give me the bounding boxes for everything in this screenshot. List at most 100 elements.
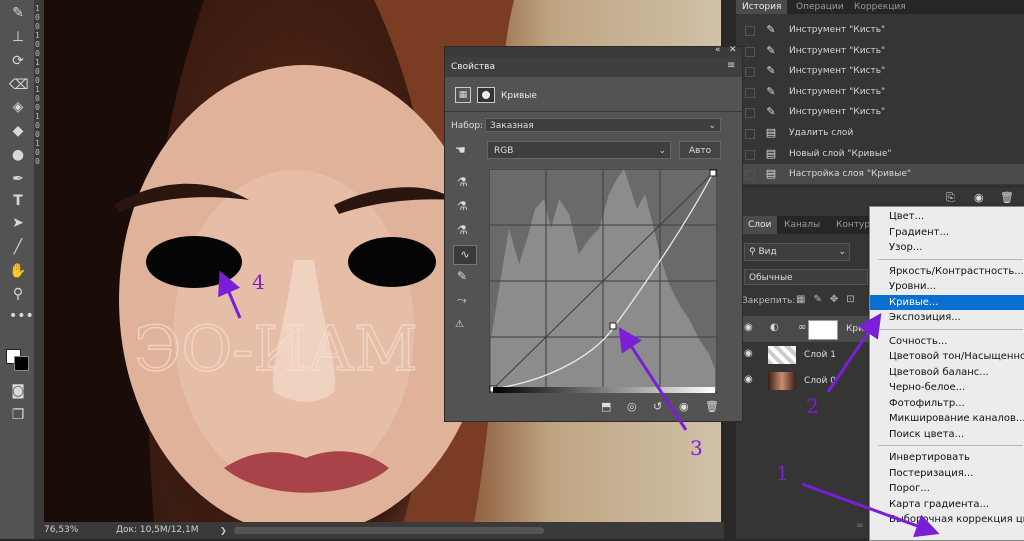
zoom-level[interactable]: 76,53% [44,525,78,535]
lock-icons[interactable]: ▦✎✥⊡ [796,294,863,305]
brush-tool-icon[interactable]: ✎ [9,4,27,22]
menu-item[interactable]: Фотофильтр... [870,396,1024,411]
menu-item[interactable]: Экспозиция... [870,310,1024,325]
history-source-checkbox[interactable] [745,149,755,160]
tab-channels[interactable]: Каналы [784,216,820,234]
history-source-checkbox[interactable] [745,129,755,139]
history-source-checkbox[interactable] [745,170,755,181]
more-tools-icon[interactable]: ••• [9,307,34,325]
blend-mode-select[interactable]: Обычные [744,269,868,285]
tab-paths[interactable]: Контур [836,216,870,234]
tab-corrections[interactable]: Коррекция [854,0,906,14]
zoom-tool-icon[interactable]: ⚲ [9,285,27,303]
menu-item[interactable]: Сочность... [870,334,1024,349]
history-item[interactable]: ✎ Инструмент "Кисть" [736,102,1024,122]
eraser-tool-icon[interactable]: ⌫ [9,76,29,94]
history-source-checkbox[interactable] [745,108,755,119]
white-eyedropper-icon[interactable]: ⚗ [457,223,468,237]
menu-item[interactable]: Цвет... [870,209,1024,224]
clipping-warning-icon[interactable]: ⚠ [455,319,464,330]
menu-item[interactable]: Постеризация... [870,466,1024,481]
panel-grip[interactable]: « ✕ [445,45,742,57]
link-layers-icon[interactable]: ∞ [856,521,864,531]
channel-select[interactable]: RGB ⌄ [487,141,671,159]
dodge-tool-icon[interactable]: ● [9,146,27,164]
visibility-eye-icon[interactable]: ◉ [744,348,753,359]
menu-item[interactable]: Карта градиента... [870,497,1024,512]
history-item[interactable]: ✎ Инструмент "Кисть" [736,20,1024,40]
menu-item[interactable]: Цветовой тон/Насыщенность... [870,349,1024,364]
menu-item[interactable]: Порог... [870,481,1024,496]
history-source-checkbox[interactable] [745,87,755,98]
tab-actions[interactable]: Операции [796,0,844,14]
menu-item[interactable]: Уровни... [870,279,1024,294]
auto-button[interactable]: Авто [679,141,721,159]
curve-point[interactable] [709,169,717,177]
path-selection-tool-icon[interactable]: ➤ [9,214,27,232]
gray-eyedropper-icon[interactable]: ⚗ [457,199,468,213]
history-item[interactable]: ▤ Настройка слоя "Кривые" [736,164,1024,185]
layer-row[interactable]: ◉ Слой 1 [736,342,872,368]
history-item[interactable]: ✎ Инструмент "Кисть" [736,61,1024,81]
horizontal-scrollbar[interactable] [234,527,544,534]
menu-item[interactable]: Черно-белое... [870,380,1024,395]
paint-bucket-tool-icon[interactable]: ◈ [9,98,27,116]
pen-tool-icon[interactable]: ✒ [9,170,27,188]
hand-tool-icon[interactable]: ✋ [9,262,27,280]
curve-point-tool-icon[interactable]: ∿ [453,245,477,265]
history-source-checkbox[interactable] [745,67,755,78]
visibility-eye-icon[interactable]: ◉ [744,322,753,333]
menu-item[interactable]: Микширование каналов... [870,411,1024,426]
tab-layers[interactable]: Слои [742,216,778,234]
history-item[interactable]: ✎ Инструмент "Кисть" [736,41,1024,61]
close-icon[interactable]: ✕ [729,45,737,55]
collapse-icon[interactable]: « [715,45,721,55]
line-tool-icon[interactable]: ╱ [9,238,27,256]
mask-icon[interactable] [477,87,495,103]
menu-item[interactable]: Поиск цвета... [870,427,1024,442]
history-item[interactable]: ✎ Инструмент "Кисть" [736,82,1024,102]
menu-item[interactable]: Кривые... [870,294,1024,310]
camera-icon[interactable]: ◉ [974,191,984,204]
history-source-checkbox[interactable] [745,46,755,57]
link-icon[interactable]: ∞ [798,322,806,333]
screen-mode-icon[interactable]: ❐ [9,406,27,424]
layer-row[interactable]: ◉ Слой 0 [736,368,872,394]
clip-to-layer-icon[interactable]: ⬒ [601,400,611,413]
history-item-label: Новый слой "Кривые" [789,148,892,159]
menu-item[interactable]: Градиент... [870,225,1024,240]
target-adjustment-hand-icon[interactable]: ☚ [455,143,466,157]
history-item[interactable]: ▤ Новый слой "Кривые" [736,144,1024,164]
curves-graph[interactable] [489,169,717,393]
curve-point[interactable] [609,322,617,330]
black-eyedropper-icon[interactable]: ⚗ [457,175,468,189]
history-brush-tool-icon[interactable]: ⟳ [9,52,27,70]
quick-mask-icon[interactable]: ◙ [9,382,27,400]
blur-tool-icon[interactable]: ◆ [9,122,27,140]
menu-item[interactable]: Цветовой баланс... [870,365,1024,380]
background-color-swatch[interactable] [14,356,29,371]
trash-icon[interactable]: 🗑 [705,400,719,413]
menu-item[interactable]: Инвертировать [870,450,1024,465]
visibility-eye-icon[interactable]: ◉ [679,400,689,413]
trash-icon[interactable]: 🗑 [1000,191,1014,204]
layer-filter-select[interactable]: ⚲ Вид ⌄ [744,243,850,261]
view-previous-icon[interactable]: ◎ [627,400,637,413]
new-document-from-state-icon[interactable]: ⎘ [946,191,955,205]
tab-history[interactable]: История [736,0,788,14]
history-source-checkbox[interactable] [745,26,755,36]
history-item[interactable]: ▤ Удалить слой [736,123,1024,143]
menu-item[interactable]: Узор... [870,240,1024,255]
stamp-tool-icon[interactable]: ⊥ [9,28,27,46]
preset-select[interactable]: Заказная ⌄ [485,118,721,132]
text-tool-icon[interactable]: T [9,192,27,210]
pencil-icon[interactable]: ✎ [457,269,467,283]
visibility-eye-icon[interactable]: ◉ [744,374,753,385]
menu-item[interactable]: Яркость/Контрастность... [870,264,1024,279]
menu-item[interactable]: Выборочная коррекция цвета... [870,512,1024,527]
reset-icon[interactable]: ↺ [653,400,662,413]
layer-row[interactable]: ◉ ◐ ∞ Криі [736,316,872,342]
status-arrow-icon[interactable]: ❯ [220,526,227,535]
smooth-curve-icon[interactable]: ⤳ [457,293,467,308]
panel-menu-icon[interactable]: ≡ [727,60,735,71]
